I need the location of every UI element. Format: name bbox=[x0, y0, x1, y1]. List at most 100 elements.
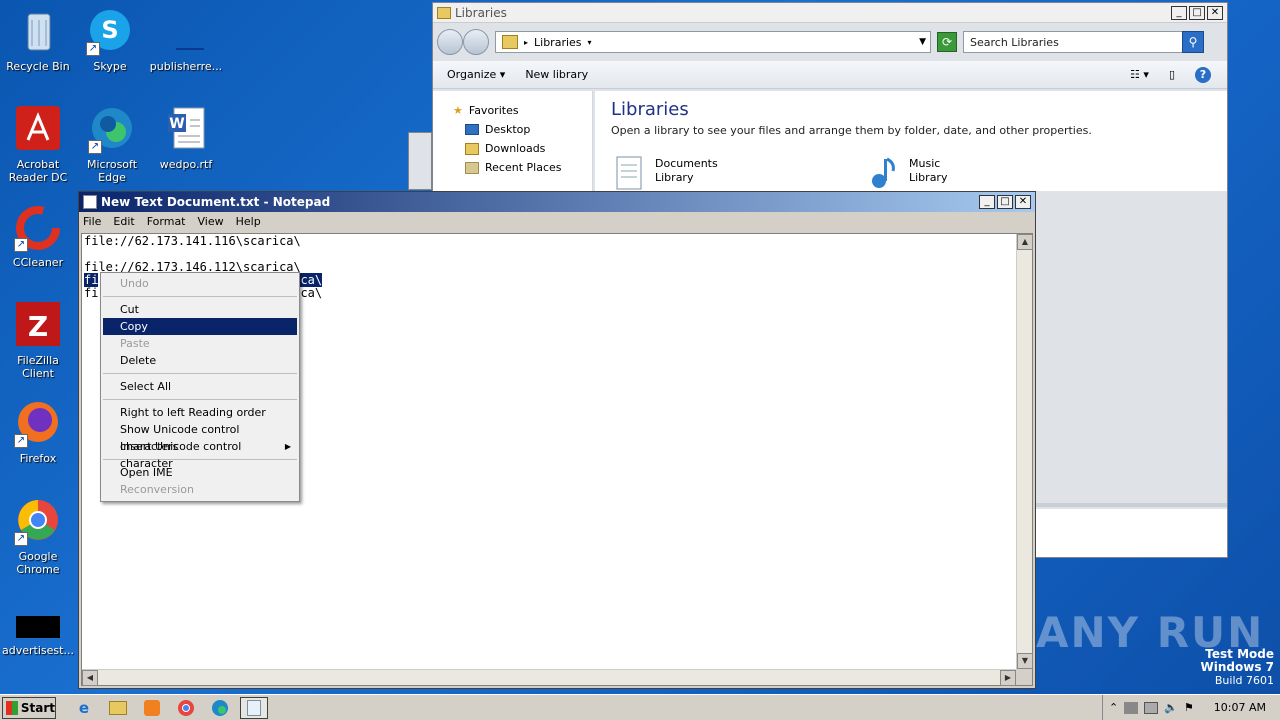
menu-item-delete[interactable]: Delete bbox=[103, 352, 297, 369]
desktop-icon-skype[interactable]: S ↗ Skype bbox=[72, 8, 148, 73]
desktop-icon-label: advertisest... bbox=[2, 644, 74, 657]
search-placeholder: Search Libraries bbox=[970, 35, 1059, 49]
test-mode-label: Test Mode Windows 7 Build 7601 bbox=[1201, 648, 1274, 688]
menu-view[interactable]: View bbox=[198, 215, 224, 228]
star-icon: ★ bbox=[453, 104, 463, 117]
nav-favorites-label: Favorites bbox=[468, 104, 519, 117]
chevron-right-icon: ▸ bbox=[524, 37, 529, 47]
edge-icon: ↗ bbox=[88, 106, 136, 154]
network-icon[interactable] bbox=[1144, 701, 1159, 714]
resize-grip[interactable] bbox=[1016, 669, 1032, 685]
menu-item-select-all[interactable]: Select All bbox=[103, 378, 297, 395]
maximize-button[interactable]: □ bbox=[1189, 6, 1205, 20]
desktop-icon-label: Recycle Bin bbox=[6, 60, 70, 73]
desktop-icon-label: Skype bbox=[93, 60, 127, 73]
organize-button[interactable]: Organize ▾ bbox=[447, 68, 505, 81]
preview-pane-icon[interactable]: ▯ bbox=[1169, 68, 1175, 81]
horizontal-scrollbar[interactable]: ◀ ▶ bbox=[82, 669, 1016, 686]
minimize-button[interactable]: _ bbox=[1171, 6, 1187, 20]
scroll-right-icon[interactable]: ▶ bbox=[1000, 670, 1016, 686]
explorer-icon bbox=[109, 700, 127, 715]
address-bar[interactable]: ▸ Libraries ▾ ▼ bbox=[495, 31, 931, 53]
back-button[interactable] bbox=[437, 29, 463, 55]
menu-item-cut[interactable]: Cut bbox=[103, 301, 297, 318]
menu-edit[interactable]: Edit bbox=[113, 215, 134, 228]
desktop-icon-edge[interactable]: ↗ Microsoft Edge bbox=[74, 106, 150, 184]
text-line: file://62.173.141.116\scarica\ bbox=[84, 234, 301, 248]
menu-item-undo[interactable]: Undo bbox=[103, 275, 297, 292]
new-library-button[interactable]: New library bbox=[525, 68, 588, 81]
search-input[interactable]: Search Libraries ⚲ bbox=[963, 31, 1204, 53]
desktop-icon-chrome[interactable]: ↗ Google Chrome bbox=[0, 498, 76, 576]
close-button[interactable]: ✕ bbox=[1015, 195, 1031, 209]
ie-icon: e bbox=[78, 698, 90, 717]
taskbar-ie[interactable]: e bbox=[70, 697, 98, 719]
address-dropdown-icon[interactable]: ▼ bbox=[919, 37, 926, 47]
menu-file[interactable]: File bbox=[83, 215, 101, 228]
library-documents[interactable]: Documents Library bbox=[611, 155, 718, 191]
shortcut-arrow-icon: ↗ bbox=[14, 532, 28, 546]
refresh-icon[interactable]: ⟳ bbox=[937, 32, 957, 52]
menu-help[interactable]: Help bbox=[236, 215, 261, 228]
nav-item-desktop[interactable]: Desktop bbox=[453, 120, 592, 139]
maximize-button[interactable]: □ bbox=[997, 195, 1013, 209]
library-music[interactable]: Music Library bbox=[865, 155, 947, 191]
start-button[interactable]: Start bbox=[2, 696, 56, 719]
desktop-icon-publisher[interactable]: publisherre... bbox=[148, 8, 224, 73]
nav-item-downloads[interactable]: Downloads bbox=[453, 139, 592, 158]
minimize-button[interactable]: _ bbox=[979, 195, 995, 209]
menu-item-show-unicode[interactable]: Show Unicode control characters bbox=[103, 421, 297, 453]
libraries-titlebar[interactable]: Libraries bbox=[433, 3, 1227, 23]
ccleaner-icon: ↗ bbox=[14, 204, 62, 252]
desktop-icon-advertise[interactable]: advertisest... bbox=[0, 606, 76, 657]
desktop-icon-recycle-bin[interactable]: Recycle Bin bbox=[0, 8, 76, 73]
scroll-up-icon[interactable]: ▲ bbox=[1017, 234, 1033, 250]
notepad-titlebar[interactable]: New Text Document.txt - Notepad bbox=[79, 192, 1035, 212]
library-name: Documents bbox=[655, 157, 718, 170]
scroll-down-icon[interactable]: ▼ bbox=[1017, 653, 1033, 669]
libraries-content: Libraries Open a library to see your fil… bbox=[595, 91, 1227, 191]
menu-item-paste[interactable]: Paste bbox=[103, 335, 297, 352]
desktop-icon-filezilla[interactable]: Z FileZilla Client bbox=[0, 302, 76, 380]
desktop-icon-acrobat[interactable]: Acrobat Reader DC bbox=[0, 106, 76, 184]
svg-text:S: S bbox=[101, 16, 118, 44]
text-line-tail: ca\ bbox=[300, 286, 323, 300]
menu-item-insert-unicode[interactable]: Insert Unicode control character ▶ bbox=[103, 438, 297, 470]
nav-favorites[interactable]: ★ Favorites bbox=[453, 101, 592, 120]
taskbar-explorer[interactable] bbox=[104, 697, 132, 719]
menu-item-reconversion[interactable]: Reconversion bbox=[103, 481, 297, 498]
build-text: Build 7601 bbox=[1214, 674, 1274, 687]
menu-item-open-ime[interactable]: Open IME bbox=[103, 464, 297, 481]
desktop-icon-wedpo[interactable]: W wedpo.rtf bbox=[148, 106, 224, 171]
help-icon[interactable]: ? bbox=[1195, 66, 1211, 83]
nav-item-recent-places[interactable]: Recent Places bbox=[453, 158, 592, 177]
page-title: Libraries bbox=[611, 99, 689, 120]
taskbar-media-player[interactable] bbox=[138, 697, 166, 719]
file-icon bbox=[14, 606, 62, 640]
close-button[interactable]: ✕ bbox=[1207, 6, 1223, 20]
svg-text:Z: Z bbox=[28, 310, 48, 343]
text-line-head: fi bbox=[84, 286, 99, 300]
volume-icon[interactable]: 🔈 bbox=[1164, 701, 1178, 714]
desktop-icon-firefox[interactable]: ↗ Firefox bbox=[0, 400, 76, 465]
forward-button[interactable] bbox=[463, 29, 489, 55]
search-icon[interactable]: ⚲ bbox=[1182, 31, 1204, 53]
context-menu: Undo Cut Copy Paste Delete Select All Ri… bbox=[100, 272, 300, 502]
action-center-flag-icon[interactable]: ⚑ bbox=[1184, 701, 1194, 714]
taskbar-edge[interactable] bbox=[206, 697, 234, 719]
scroll-left-icon[interactable]: ◀ bbox=[82, 670, 98, 686]
view-options-icon[interactable]: ☷ ▾ bbox=[1130, 68, 1149, 81]
desktop-icon bbox=[465, 124, 479, 135]
vertical-scrollbar[interactable]: ▲ ▼ bbox=[1016, 234, 1033, 669]
taskbar-chrome[interactable] bbox=[172, 697, 200, 719]
desktop-icon-ccleaner[interactable]: ↗ CCleaner bbox=[0, 204, 76, 269]
taskbar-notepad[interactable] bbox=[240, 696, 268, 719]
menu-separator bbox=[103, 296, 297, 297]
clock[interactable]: 10:07 AM bbox=[1214, 701, 1266, 714]
tray-icon-1[interactable] bbox=[1124, 701, 1139, 714]
nav-item-label: Desktop bbox=[485, 123, 531, 136]
menu-item-copy[interactable]: Copy bbox=[103, 318, 297, 335]
menu-format[interactable]: Format bbox=[147, 215, 186, 228]
menu-item-rtl-reading-order[interactable]: Right to left Reading order bbox=[103, 404, 297, 421]
show-hidden-icons[interactable]: ⌃ bbox=[1109, 701, 1118, 714]
